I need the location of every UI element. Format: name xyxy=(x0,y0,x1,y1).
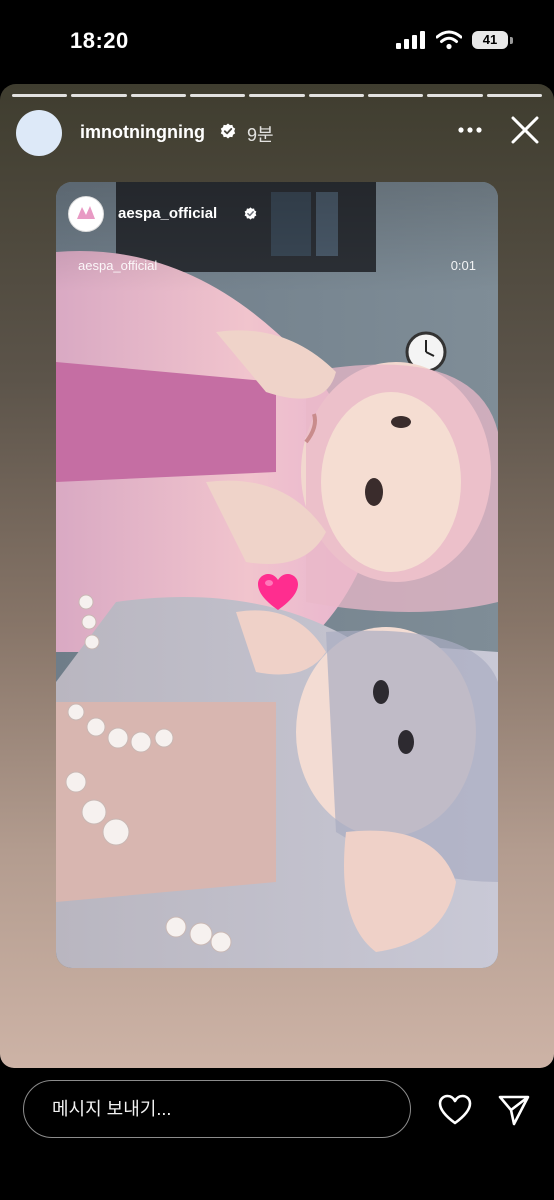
story-viewer[interactable]: imnotningning 9분 aespa_official aespa_of… xyxy=(0,84,554,1068)
progress-segment xyxy=(427,94,483,97)
reel-avatar[interactable] xyxy=(68,196,104,232)
more-horizontal-icon[interactable] xyxy=(456,118,484,142)
aespa-logo-icon xyxy=(77,206,95,219)
story-time-ago: 9분 xyxy=(247,125,274,145)
progress-segment xyxy=(189,94,246,97)
progress-segment xyxy=(12,94,68,97)
status-icons: 41 xyxy=(396,30,513,50)
shared-reel-card[interactable]: aespa_official aespa_official 0:01 xyxy=(56,182,498,968)
story-reply-bar xyxy=(0,1068,554,1200)
progress-segment xyxy=(308,94,364,97)
progress-segment xyxy=(71,94,127,97)
story-avatar[interactable] xyxy=(16,110,62,156)
progress-segment xyxy=(249,94,305,97)
send-icon[interactable] xyxy=(497,1093,531,1127)
verified-icon xyxy=(244,207,257,220)
reel-label: aespa_official xyxy=(78,258,158,273)
message-input[interactable] xyxy=(23,1080,411,1138)
signal-icon xyxy=(396,31,425,49)
heart-icon[interactable] xyxy=(438,1094,472,1126)
status-time: 18:20 xyxy=(70,28,129,53)
story-username[interactable]: imnotningning xyxy=(80,122,205,143)
progress-segment xyxy=(486,94,542,97)
reel-duration: 0:01 xyxy=(450,258,476,273)
reel-username[interactable]: aespa_official xyxy=(118,205,217,222)
battery-icon: 41 xyxy=(472,31,513,49)
status-bar: 18:20 41 xyxy=(0,0,554,84)
reel-header-shade xyxy=(56,182,498,292)
progress-segment xyxy=(130,94,186,97)
verified-icon xyxy=(220,123,236,139)
story-progress-bar xyxy=(12,94,542,97)
progress-segment xyxy=(367,94,424,97)
pink-heart-icon xyxy=(258,574,298,610)
close-icon[interactable] xyxy=(510,115,540,145)
wifi-icon xyxy=(436,30,462,50)
